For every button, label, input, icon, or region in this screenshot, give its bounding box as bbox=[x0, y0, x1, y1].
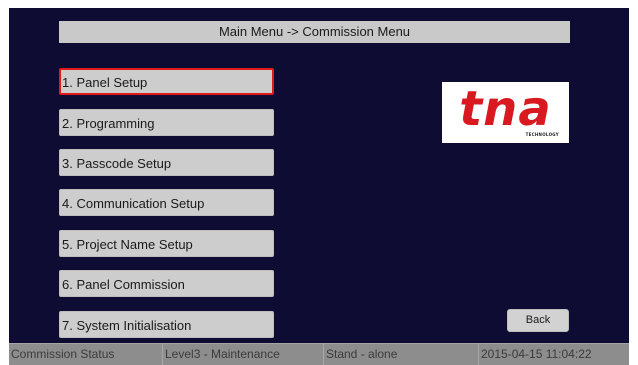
tna-logo: tna TECHNOLOGY bbox=[442, 82, 569, 143]
project-name-setup-button[interactable]: 5. Project Name Setup bbox=[59, 230, 274, 257]
system-initialisation-button[interactable]: 7. System Initialisation bbox=[59, 311, 274, 338]
passcode-setup-button[interactable]: 3. Passcode Setup bbox=[59, 149, 274, 176]
operating-mode: Stand - alone bbox=[324, 344, 479, 365]
access-level: Level3 - Maintenance bbox=[163, 344, 324, 365]
panel-commission-button[interactable]: 6. Panel Commission bbox=[59, 270, 274, 297]
communication-setup-button[interactable]: 4. Communication Setup bbox=[59, 189, 274, 216]
panel-setup-button[interactable]: 1. Panel Setup bbox=[59, 68, 274, 95]
datetime: 2015-04-15 11:04:22 bbox=[481, 347, 592, 361]
status-label: Commission Status bbox=[9, 344, 163, 365]
back-button[interactable]: Back bbox=[507, 309, 569, 332]
programming-button[interactable]: 2. Programming bbox=[59, 109, 274, 136]
logo-subtext: TECHNOLOGY bbox=[525, 132, 559, 137]
page-title: Main Menu -> Commission Menu bbox=[59, 21, 570, 43]
logo-wordmark: tna bbox=[459, 81, 552, 137]
status-bar: Commission Status Level3 - Maintenance S… bbox=[9, 343, 629, 365]
